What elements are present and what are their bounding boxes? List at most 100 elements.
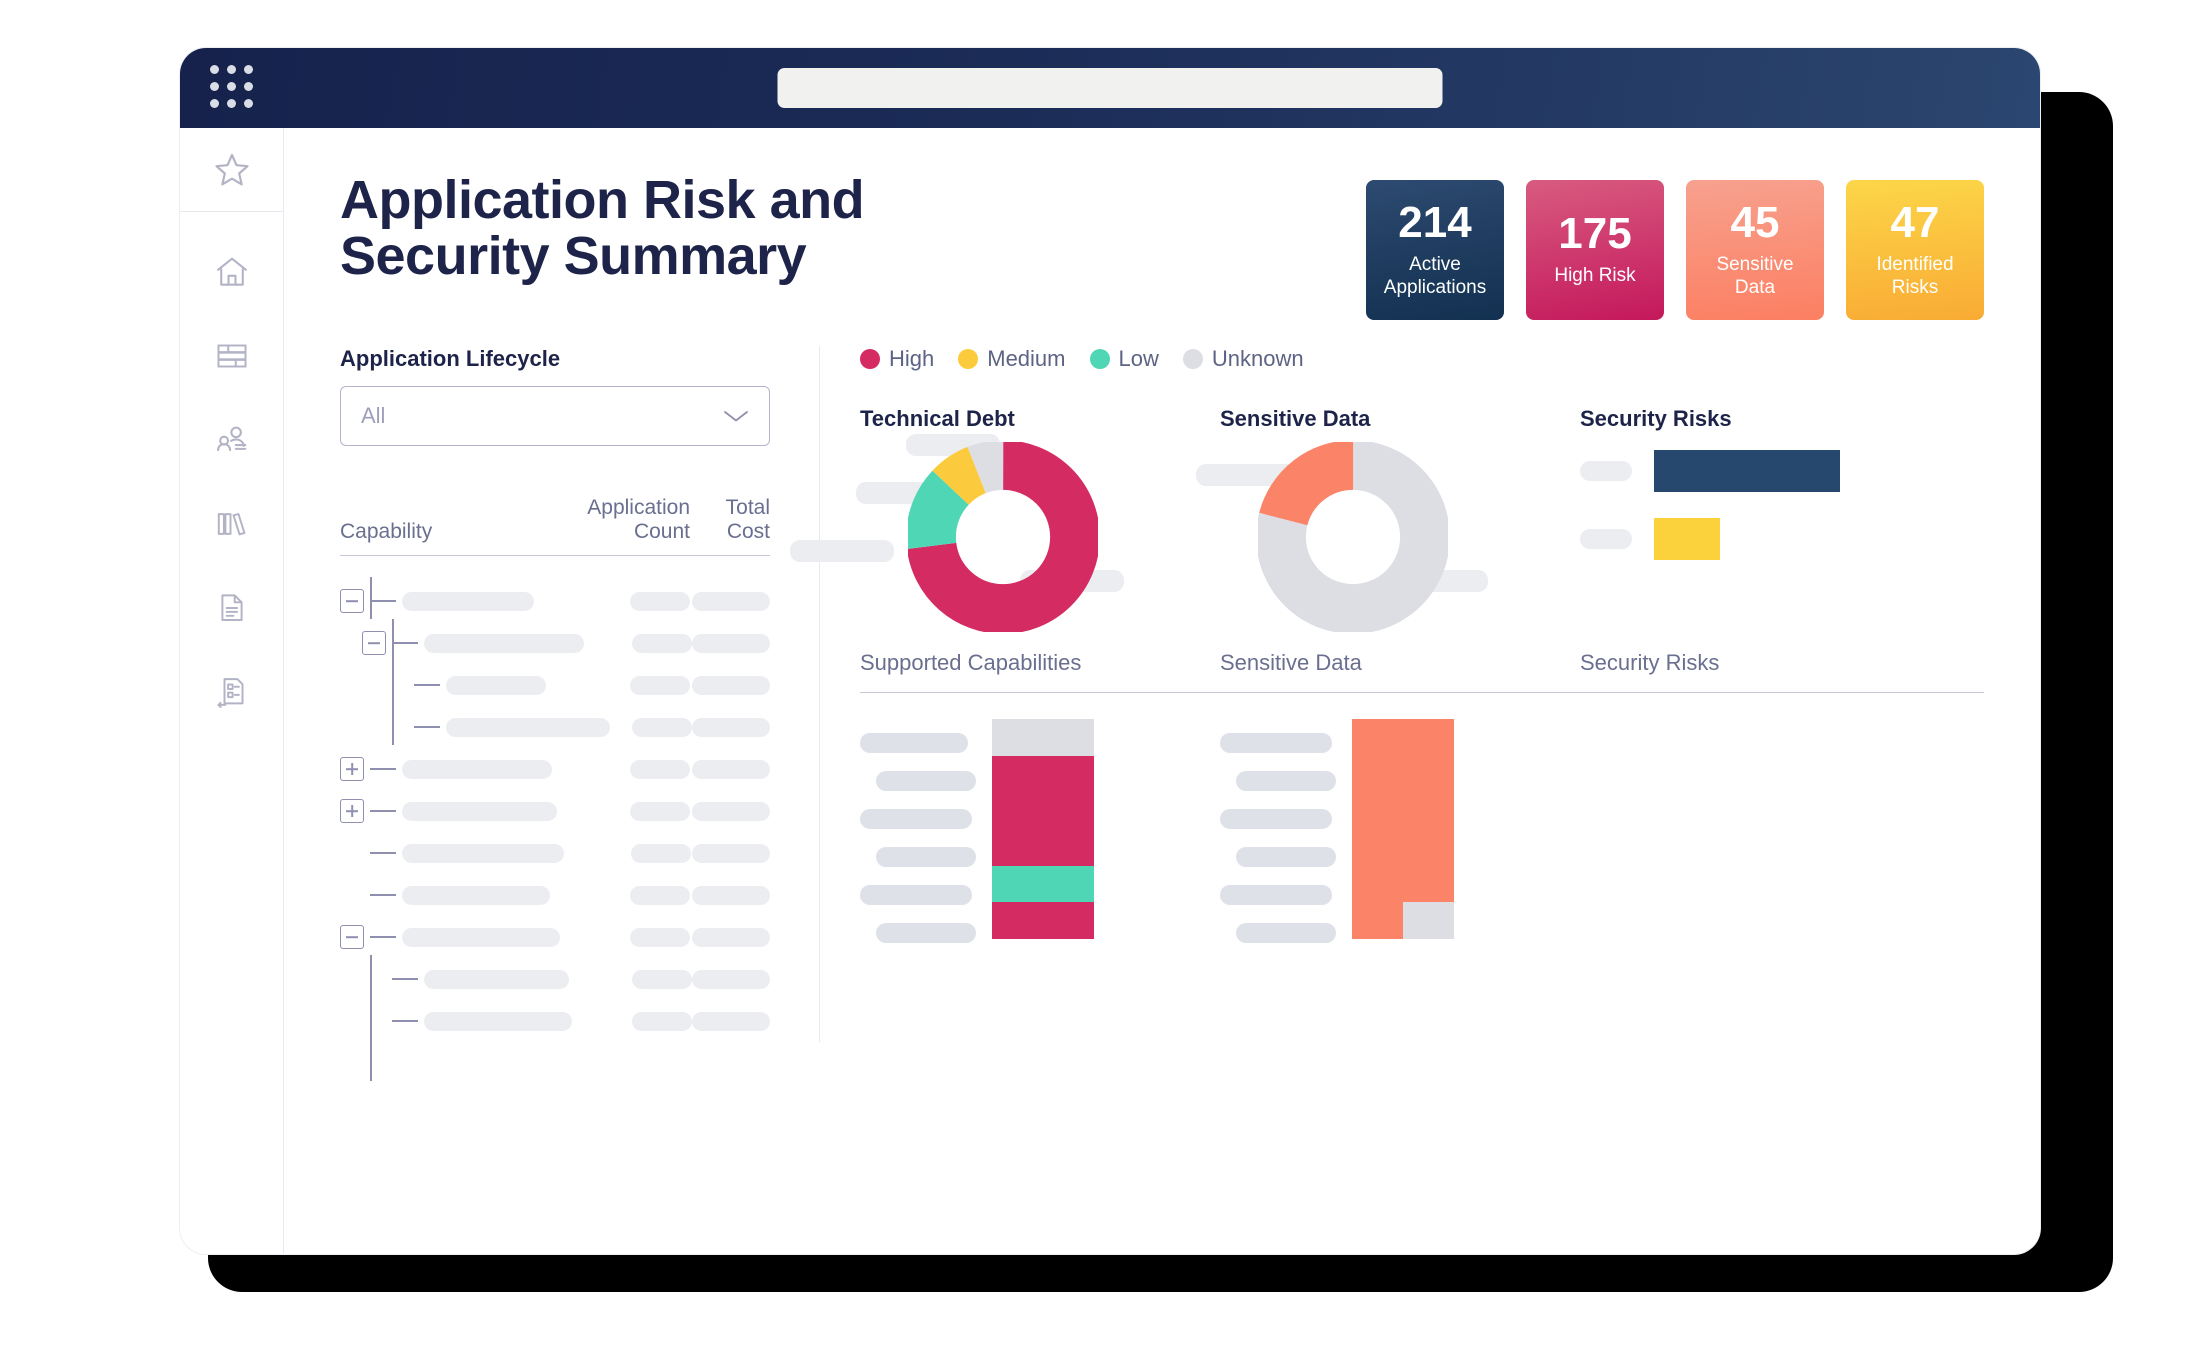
collapse-row-button[interactable] [362,631,386,656]
stack-segment[interactable] [1352,719,1454,757]
page-title: Application Risk and Security Summary [340,170,865,287]
collapse-row-button[interactable] [340,589,364,614]
stack-segment[interactable] [992,719,1094,757]
stack-segment[interactable] [1352,866,1454,902]
kpi-card-sensitive-data[interactable]: 45 Sensitive Data [1686,180,1824,320]
kpi-card-active-applications[interactable]: 214 Active Applications [1366,180,1504,320]
stack-segment[interactable] [992,793,1094,829]
capability-placeholder [424,633,584,653]
column-header-application-count[interactable]: Application Count [562,496,690,543]
count-placeholder [630,885,690,905]
tree-connector [414,684,440,686]
table-row[interactable] [340,706,770,748]
table-row[interactable] [340,916,770,958]
kpi-value: 47 [1890,198,1940,248]
tree-connector [414,726,440,728]
stacked-bar-row [860,719,1984,943]
table-row[interactable] [340,664,770,706]
cost-placeholder [692,591,770,611]
application-count-cell [562,801,690,821]
legend-dot-high [860,349,880,369]
expand-row-button[interactable] [340,799,364,824]
cost-placeholder [692,927,770,947]
top-bar [180,48,2040,128]
grid-dots-icon[interactable] [210,65,256,111]
sidebar-item-reports[interactable] [180,566,283,650]
table-row[interactable] [340,790,770,832]
books-icon [214,506,250,542]
hbar-row[interactable] [1580,450,1984,492]
capability-placeholder [446,717,610,737]
stack-label-skeleton [876,771,976,791]
capability-tree-table: Capability Application Count Total Cost [340,496,770,1082]
table-row[interactable] [340,832,770,874]
legend-label: Unknown [1211,346,1304,371]
sidebar-item-home[interactable] [180,230,283,314]
search-input[interactable] [777,68,1443,108]
stack-segment[interactable] [992,828,1094,867]
legend-dot-medium [958,349,979,369]
capability-placeholder [402,843,564,863]
legend-item-high[interactable]: High [860,346,934,372]
stacked-bar [1352,719,1454,939]
collapse-row-button[interactable] [340,925,364,950]
capability-cell [340,622,584,664]
donut-svg-sensitive-data [1258,442,1448,632]
hbar-row[interactable] [1580,518,1984,560]
sidebar-item-exports[interactable] [180,650,283,734]
sidebar-item-catalog[interactable] [180,314,283,398]
legend-item-medium[interactable]: Medium [958,346,1066,372]
kpi-value: 214 [1398,198,1472,248]
table-row[interactable] [340,1000,770,1042]
stack-label-skeleton [860,809,972,829]
stack-segment[interactable] [992,756,1094,794]
kpi-card-identified-risks[interactable]: 47 Identified Risks [1846,180,1984,320]
table-row[interactable] [340,958,770,1000]
column-header-capability[interactable]: Capability [340,520,562,544]
expand-row-button[interactable] [340,757,364,782]
table-row[interactable] [340,580,770,622]
security-risks-bar-chart[interactable] [1580,442,1984,632]
donut-chart-row [790,434,1984,632]
sidebar-item-library[interactable] [180,482,283,566]
table-row[interactable] [340,874,770,916]
sidebar-item-stakeholders[interactable] [180,398,283,482]
stack-label-skeleton [860,733,968,753]
capability-cell [340,748,562,790]
stack-segment[interactable] [992,866,1094,902]
application-count-cell [562,927,690,947]
kpi-card-high-risk[interactable]: 175 High Risk [1526,180,1664,320]
stack-segment[interactable] [1352,756,1454,794]
application-count-cell [562,675,690,695]
sensitive-data-donut-chart[interactable] [1196,442,1580,632]
stack-segment-split[interactable] [1352,901,1454,939]
legend-label: High [889,346,935,371]
document-icon [214,590,250,626]
stack-segment[interactable] [1352,793,1454,829]
chart-title-row: Technical Debt Sensitive Data Security R… [860,406,1984,432]
count-placeholder [630,801,690,821]
application-count-cell [584,633,692,653]
stack-segment [1403,901,1454,939]
table-row[interactable] [340,622,770,664]
supported-capabilities-stacked-chart[interactable] [860,719,1220,943]
sensitive-data-stacked-chart[interactable] [1220,719,1580,943]
table-row[interactable] [340,748,770,790]
stack-segment[interactable] [992,901,1094,939]
count-placeholder [632,969,692,989]
column-header-total-cost[interactable]: Total Cost [690,496,770,543]
count-placeholder [630,843,691,863]
cost-placeholder [692,633,770,653]
legend-item-unknown[interactable]: Unknown [1182,346,1304,372]
kpi-label: Identified Risks [1876,254,1954,298]
application-lifecycle-select[interactable]: All [340,386,770,446]
kpi-label: Active Applications [1383,254,1487,298]
legend-item-low[interactable]: Low [1089,346,1159,372]
application-count-cell [572,1011,692,1031]
stack-segment[interactable] [1352,828,1454,867]
technical-debt-donut-chart[interactable] [790,434,1220,632]
count-placeholder [630,759,690,779]
application-count-cell [562,591,690,611]
sidebar-item-favorites[interactable] [180,128,283,212]
tree-connector [370,852,396,854]
